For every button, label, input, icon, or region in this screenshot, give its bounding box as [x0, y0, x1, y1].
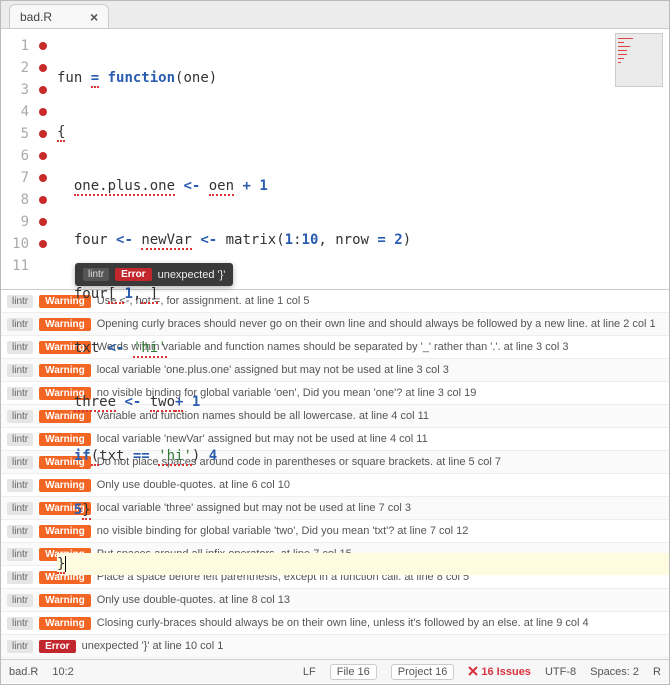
issue-source: lintr — [7, 548, 33, 561]
code-line[interactable]: } — [57, 553, 669, 575]
status-cursor-pos[interactable]: 10:2 — [52, 666, 73, 678]
error-dot-icon — [39, 152, 47, 160]
line-number: 1 — [1, 35, 29, 57]
issue-source: lintr — [7, 433, 33, 446]
code-area[interactable]: fun = function(one) { one.plus.one <- oe… — [51, 29, 669, 289]
error-icon — [468, 666, 478, 676]
issue-source: lintr — [7, 617, 33, 630]
error-dot-icon — [39, 42, 47, 50]
tab-bad-r[interactable]: bad.R × — [9, 4, 109, 28]
issue-source: lintr — [7, 594, 33, 607]
issue-source: lintr — [7, 525, 33, 538]
status-indent[interactable]: Spaces: 2 — [590, 666, 639, 678]
error-dot-icon — [39, 108, 47, 116]
code-line[interactable]: 5} — [57, 499, 669, 521]
lint-marker[interactable] — [35, 35, 51, 57]
issue-source: lintr — [7, 640, 33, 653]
code-line[interactable]: if(txt == 'hi') 4 — [57, 445, 669, 467]
issue-source: lintr — [7, 479, 33, 492]
status-bar: bad.R 10:2 LF File 16 Project 16 16 Issu… — [1, 659, 669, 683]
lint-marker[interactable] — [35, 79, 51, 101]
line-number: 7 — [1, 167, 29, 189]
code-line[interactable]: fun = function(one) — [57, 67, 669, 89]
status-line-ending[interactable]: LF — [303, 666, 316, 678]
issue-source: lintr — [7, 410, 33, 423]
code-line[interactable]: txt <- 'hi' — [57, 337, 669, 359]
issue-source: lintr — [7, 571, 33, 584]
code-line[interactable]: four[ 1, ] — [57, 283, 669, 305]
lint-marker[interactable] — [35, 255, 51, 277]
lint-marker[interactable] — [35, 233, 51, 255]
line-number: 10 — [1, 233, 29, 255]
lint-marker[interactable] — [35, 211, 51, 233]
lint-tooltip: lintr Error unexpected '}' — [75, 263, 233, 286]
issue-source: lintr — [7, 502, 33, 515]
line-number: 5 — [1, 123, 29, 145]
close-icon[interactable]: × — [90, 10, 98, 24]
lint-marker[interactable] — [35, 123, 51, 145]
line-number: 3 — [1, 79, 29, 101]
error-dot-icon — [39, 196, 47, 204]
tooltip-message: unexpected '}' — [158, 269, 226, 281]
code-line[interactable] — [57, 607, 669, 629]
status-language[interactable]: R — [653, 666, 661, 678]
code-line[interactable]: one.plus.one <- oen + 1 — [57, 175, 669, 197]
line-number: 4 — [1, 101, 29, 123]
tab-title: bad.R — [20, 10, 52, 24]
code-line[interactable]: four <- newVar <- matrix(1:10, nrow = 2) — [57, 229, 669, 251]
line-number: 6 — [1, 145, 29, 167]
status-filename[interactable]: bad.R — [9, 666, 38, 678]
issue-source: lintr — [7, 387, 33, 400]
tooltip-level-badge: Error — [115, 268, 151, 281]
tab-bar: bad.R × — [1, 1, 669, 29]
minimap[interactable]: ▬▬▬▬▬▬▬▬▬▬▬▬▬▬▬▬▬▬▬▬ — [615, 33, 663, 87]
error-dot-icon — [39, 86, 47, 94]
error-dot-icon — [39, 218, 47, 226]
line-gutter: 1234567891011 — [1, 29, 35, 289]
lint-marker[interactable] — [35, 145, 51, 167]
error-dot-icon — [39, 130, 47, 138]
lint-marker[interactable] — [35, 167, 51, 189]
error-dot-icon — [39, 240, 47, 248]
issue-source: lintr — [7, 456, 33, 469]
line-number: 2 — [1, 57, 29, 79]
issue-source: lintr — [7, 364, 33, 377]
issue-source: lintr — [7, 341, 33, 354]
error-dot-icon — [39, 174, 47, 182]
issue-source: lintr — [7, 295, 33, 308]
lint-marker-gutter — [35, 29, 51, 289]
line-number: 11 — [1, 255, 29, 277]
code-line[interactable]: { — [57, 121, 669, 143]
lint-marker[interactable] — [35, 189, 51, 211]
status-encoding[interactable]: UTF-8 — [545, 666, 576, 678]
status-project-issues[interactable]: Project 16 — [391, 664, 455, 680]
issue-source: lintr — [7, 318, 33, 331]
status-issues-count[interactable]: 16 Issues — [468, 666, 531, 678]
line-number: 9 — [1, 211, 29, 233]
lint-marker[interactable] — [35, 101, 51, 123]
error-dot-icon — [39, 64, 47, 72]
status-file-issues[interactable]: File 16 — [330, 664, 377, 680]
line-number: 8 — [1, 189, 29, 211]
tooltip-source: lintr — [83, 268, 109, 281]
code-editor[interactable]: 1234567891011 fun = function(one) { one.… — [1, 29, 669, 289]
code-line[interactable]: three <- two+ 1 — [57, 391, 669, 413]
lint-marker[interactable] — [35, 57, 51, 79]
